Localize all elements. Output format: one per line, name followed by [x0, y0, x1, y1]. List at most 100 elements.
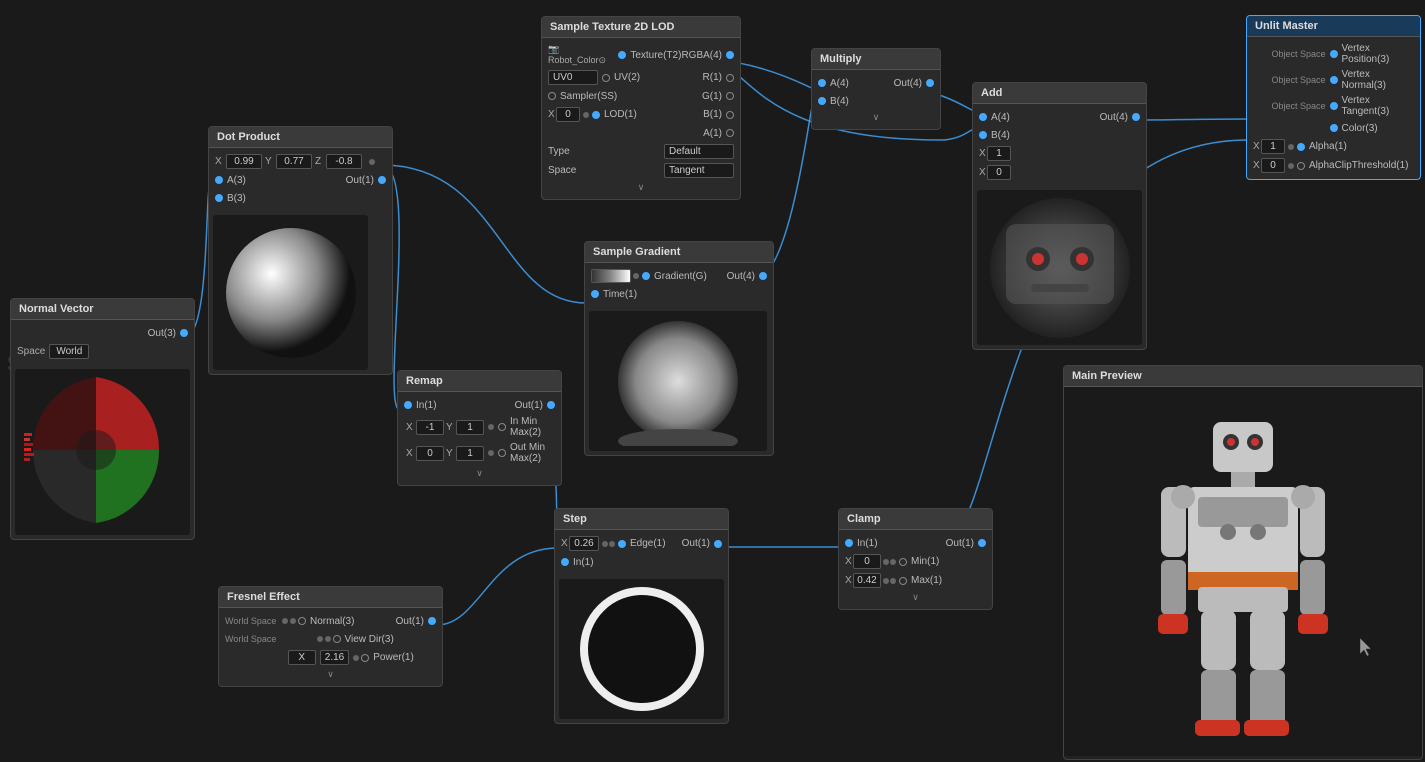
z-value[interactable]: -0.8: [326, 154, 362, 169]
step-header: Step: [555, 509, 728, 530]
cursor: [1360, 638, 1372, 656]
add-node: Add A(4) Out(4) B(4) X 1 X 0: [972, 82, 1147, 350]
port-gradient[interactable]: [642, 272, 650, 280]
port-b-in[interactable]: [215, 194, 223, 202]
min-row: X 0 Min(1): [839, 552, 992, 571]
port-outminmax[interactable]: [498, 449, 506, 457]
y-value[interactable]: 0.77: [276, 154, 312, 169]
port-g[interactable]: [726, 92, 734, 100]
port-out[interactable]: [759, 272, 767, 280]
port-a[interactable]: [979, 113, 987, 121]
x0-row: X 0: [973, 163, 1146, 182]
port-b[interactable]: [979, 131, 987, 139]
max-row: X 0.42 Max(1): [839, 571, 992, 590]
viewdir-row: World Space View Dir(3): [219, 630, 442, 648]
port-r[interactable]: [726, 74, 734, 82]
fresnel-header: Fresnel Effect: [219, 587, 442, 608]
type-row: Type Default: [542, 142, 740, 161]
port-vertex-tan[interactable]: [1330, 102, 1338, 110]
port-out[interactable]: [714, 540, 722, 548]
texture-expand[interactable]: ∨: [542, 180, 740, 195]
port-in[interactable]: [845, 539, 853, 547]
expand-arrow[interactable]: ∨: [219, 667, 442, 682]
time-row: Time(1): [585, 285, 773, 303]
multiply-header: Multiply: [812, 49, 940, 70]
port-inminmax[interactable]: [498, 423, 506, 431]
main-preview-header: Main Preview: [1064, 366, 1422, 387]
clamp-expand[interactable]: ∨: [839, 590, 992, 605]
robot-sphere-preview: [986, 194, 1134, 342]
port-vertex-norm[interactable]: [1330, 76, 1338, 84]
space-dropdown[interactable]: Tangent: [664, 163, 734, 178]
out-row: Out(3): [11, 324, 194, 342]
type-dropdown[interactable]: Default: [664, 144, 734, 159]
a-row: A(4) Out(4): [812, 74, 940, 92]
port-min[interactable]: [899, 558, 907, 566]
port-a[interactable]: [818, 79, 826, 87]
gradient-sphere-preview: [598, 316, 758, 446]
xyz-row: X 0.99 Y 0.77 Z -0.8: [209, 152, 392, 171]
port-normal-in[interactable]: [298, 617, 306, 625]
alpha-row: X 1 Alpha(1): [1247, 137, 1420, 156]
add-header: Add: [973, 83, 1146, 104]
port-out[interactable]: [1132, 113, 1140, 121]
port-alpha[interactable]: [1297, 143, 1305, 151]
uv-dropdown[interactable]: UV0: [548, 70, 598, 85]
normal-row: World Space Normal(3) Out(1): [219, 612, 442, 630]
gradient-bar[interactable]: [591, 269, 631, 283]
space-dropdown[interactable]: World: [49, 344, 89, 359]
vertex-position-row: Object Space Vertex Position(3): [1247, 41, 1420, 67]
port-time[interactable]: [591, 290, 599, 298]
power-val[interactable]: 2.16: [320, 650, 349, 665]
port-in[interactable]: [561, 558, 569, 566]
port-out[interactable]: [180, 329, 188, 337]
x-value[interactable]: 0.99: [226, 154, 262, 169]
port-out[interactable]: [378, 176, 386, 184]
port-out[interactable]: [547, 401, 555, 409]
clamp-node: Clamp In(1) Out(1) X 0 Min(1) X 0.42 Max…: [838, 508, 993, 610]
remap-header: Remap: [398, 371, 561, 392]
port-lod[interactable]: [592, 111, 600, 119]
step-node: Step X 0.26 Edge(1) Out(1) In(1): [554, 508, 729, 724]
remap-expand[interactable]: ∨: [398, 466, 561, 481]
normal-vector-header: Normal Vector: [11, 299, 194, 320]
space-row: Space Tangent: [542, 161, 740, 180]
port-power-in[interactable]: [361, 654, 369, 662]
multiply-expand[interactable]: ∨: [812, 110, 940, 125]
power-row: X 2.16 Power(1): [219, 648, 442, 667]
fresnel-effect-node: Fresnel Effect World Space Normal(3) Out…: [218, 586, 443, 687]
x1-row: X 1: [973, 144, 1146, 163]
b-row: B(4): [973, 126, 1146, 144]
port-alpha-clip[interactable]: [1297, 162, 1305, 170]
port-rgba[interactable]: [726, 51, 734, 59]
port-max[interactable]: [899, 577, 907, 585]
a-row: A(4) Out(4): [973, 108, 1146, 126]
port-edge[interactable]: [618, 540, 626, 548]
input-b-row: B(3): [209, 189, 392, 207]
space-row: Space World: [11, 342, 194, 361]
vertex-tangent-row: Object Space Vertex Tangent(3): [1247, 93, 1420, 119]
port-b[interactable]: [818, 97, 826, 105]
port-color[interactable]: [1330, 124, 1338, 132]
port-a-in[interactable]: [215, 176, 223, 184]
uv-row: UV0 UV(2) R(1): [542, 68, 740, 87]
port-texture[interactable]: [618, 51, 626, 59]
port-sampler[interactable]: [548, 92, 556, 100]
a-out-row: A(1): [542, 124, 740, 142]
alpha-clip-row: X 0 AlphaClipThreshold(1): [1247, 156, 1420, 175]
gradient-row: Gradient(G) Out(4): [585, 267, 773, 285]
step-preview: [572, 584, 712, 714]
port-out[interactable]: [926, 79, 934, 87]
port-a-out[interactable]: [726, 129, 734, 137]
port-uv[interactable]: [602, 74, 610, 82]
port-b[interactable]: [726, 111, 734, 119]
port-viewdir-in[interactable]: [333, 635, 341, 643]
port-vertex-pos[interactable]: [1330, 50, 1338, 58]
robot-svg: [1083, 392, 1403, 752]
power-value[interactable]: X: [288, 650, 316, 665]
port-in[interactable]: [404, 401, 412, 409]
port-out[interactable]: [978, 539, 986, 547]
port-out[interactable]: [428, 617, 436, 625]
unlit-master-node: Unlit Master Object Space Vertex Positio…: [1246, 15, 1421, 180]
edge-row: X 0.26 Edge(1) Out(1): [555, 534, 728, 553]
